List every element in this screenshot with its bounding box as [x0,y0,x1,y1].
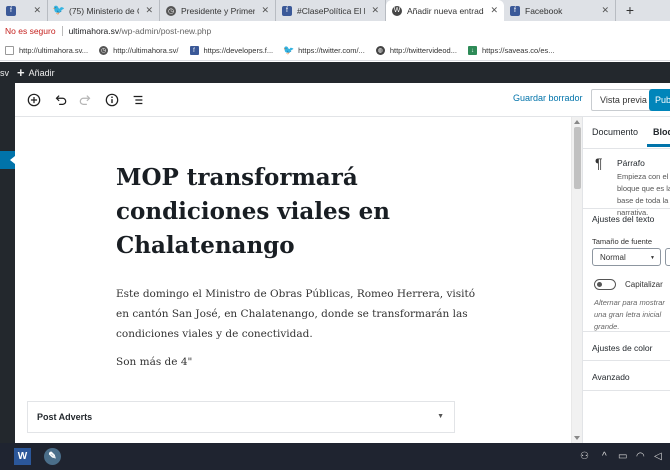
text-settings-panel-title[interactable]: Ajustes del texto [592,214,654,224]
bookmark[interactable]: 🐦 https://twitter.com/... [283,45,365,55]
bookmark[interactable]: ◍ http://twittervideod... [375,46,457,55]
tab-block[interactable]: Bloque [647,127,670,147]
post-title[interactable]: MOP transformará condiciones viales en C… [116,161,396,263]
settings-sidebar: Documento Bloque ¶ Párrafo Empieza con e… [582,117,670,443]
post-adverts-metabox[interactable]: Post Adverts ▼ [27,401,455,433]
active-menu-item[interactable] [0,151,15,169]
download-icon: ↓ [467,46,477,55]
caret-down-icon[interactable]: ▼ [437,413,444,420]
app-icon[interactable]: ✎ [44,448,61,465]
site-name-link[interactable]: sv [0,68,9,78]
tray-expand-icon[interactable]: ^ [602,451,607,462]
paragraph-block[interactable]: Son más de 4" [116,356,192,368]
add-new-menu[interactable]: + Añadir [17,65,55,80]
close-tab-icon[interactable]: ✕ [371,5,379,16]
scroll-up-arrow[interactable] [574,120,580,124]
block-navigation-button[interactable] [127,89,149,111]
sidebar-tabs: Documento Bloque [583,117,670,149]
plus-icon: + [17,65,25,80]
custom-font-size-input[interactable] [665,248,670,266]
volume-icon[interactable]: ◁ [654,451,662,462]
browser-tab[interactable]: ◷ Presidente y Primera Da ✕ [160,0,276,21]
editor-toolbar: Guardar borrador Vista previa Publicar [15,83,670,117]
security-indicator[interactable]: No es seguro [5,26,56,36]
drop-cap-toggle[interactable] [594,279,616,290]
browser-tab-active[interactable]: W Añadir nueva entrada ‹ ✕ [386,0,504,21]
paragraph-block[interactable]: Este domingo el Ministro de Obras Públic… [116,284,476,344]
toggle-knob [597,281,602,287]
people-icon[interactable]: ⚇ [580,451,589,462]
browser-tab[interactable]: f #ClasePolítica El Mande ✕ [276,0,386,21]
divider [583,360,670,361]
wifi-icon[interactable]: ◠ [636,451,645,462]
paragraph-icon: ¶ [595,155,603,171]
bookmark[interactable]: ◷ http://ultimahora.sv/ [99,46,179,55]
editor-canvas: MOP transformará condiciones viales en C… [15,117,571,443]
info-icon [105,93,119,106]
browser-tab[interactable]: 🐦 (75) Ministerio de Obras ✕ [48,0,160,21]
color-settings-panel-title[interactable]: Ajustes de color [592,343,652,353]
twitter-icon: 🐦 [283,45,295,55]
redo-icon [79,94,91,105]
undo-button[interactable] [49,89,71,111]
preview-button[interactable]: Vista previa [591,89,656,111]
drop-cap-help: Alternar para mostrar una gran letra ini… [594,298,665,331]
new-tab-button[interactable]: + [616,0,644,21]
wp-admin-bar: sv + Añadir [0,62,670,83]
battery-icon[interactable]: ▭ [618,451,627,462]
font-size-label: Tamaño de fuente [592,237,653,246]
browser-tab-bar: f ✕ 🐦 (75) Ministerio de Obras ✕ ◷ Presi… [0,0,670,21]
undo-icon [55,94,67,105]
tab-document[interactable]: Documento [592,127,638,137]
clock-icon: ◷ [166,5,176,16]
facebook-icon: f [6,5,16,16]
close-tab-icon[interactable]: ✕ [33,5,41,16]
list-icon [133,95,143,104]
redo-button[interactable] [75,89,97,111]
advanced-panel-title[interactable]: Avanzado [592,372,630,382]
bookmark[interactable]: f https://developers.f... [189,46,273,55]
address-bar[interactable]: No es seguro ultimahora.sv/wp-admin/post… [0,21,670,41]
bookmark[interactable]: ↓ https://saveas.co/es... [467,46,555,55]
browser-tab[interactable]: f Facebook ✕ [504,0,616,21]
editor-scrollbar[interactable] [571,117,582,443]
bookmark[interactable]: http://ultimahora.sv... [5,46,88,55]
facebook-icon: f [189,46,199,55]
close-tab-icon[interactable]: ✕ [601,5,609,16]
publish-button[interactable]: Publicar [649,89,670,111]
block-card: ¶ Párrafo Empieza con el bloque que es l… [583,149,670,217]
page-icon [5,46,14,55]
divider [583,331,670,332]
block-description: Empieza con el bloque que es la base de … [617,172,670,217]
font-size-select[interactable]: Normal ▼ [592,248,661,266]
twitter-icon: 🐦 [52,5,66,16]
os-taskbar: W ✎ ⚇ ^ ▭ ◠ ◁ [0,443,670,470]
scrollbar-thumb[interactable] [574,127,581,189]
save-draft-button[interactable]: Guardar borrador [513,93,583,103]
close-tab-icon[interactable]: ✕ [145,5,153,16]
block-name: Párrafo [617,158,645,168]
url-text[interactable]: ultimahora.sv/wp-admin/post-new.php [69,26,212,36]
content-info-button[interactable] [101,89,123,111]
clock-icon: ◷ [99,46,109,55]
chevron-down-icon: ▼ [650,255,655,261]
word-app-icon[interactable]: W [14,448,31,465]
plus-circle-icon [27,93,41,106]
add-block-button[interactable] [23,89,45,111]
close-tab-icon[interactable]: ✕ [490,5,498,16]
divider [61,26,63,36]
close-tab-icon[interactable]: ✕ [261,5,269,16]
wordpress-icon: W [392,5,402,16]
facebook-icon: f [510,5,520,16]
bookmarks-bar: http://ultimahora.sv... ◷ http://ultimah… [0,41,670,61]
divider [583,390,670,391]
scroll-down-arrow[interactable] [574,436,580,440]
globe-icon: ◍ [375,46,385,55]
admin-menu [0,83,15,443]
facebook-icon: f [282,5,292,16]
browser-tab[interactable]: f ✕ [0,0,48,21]
drop-cap-label: Capitalizar [625,280,663,289]
